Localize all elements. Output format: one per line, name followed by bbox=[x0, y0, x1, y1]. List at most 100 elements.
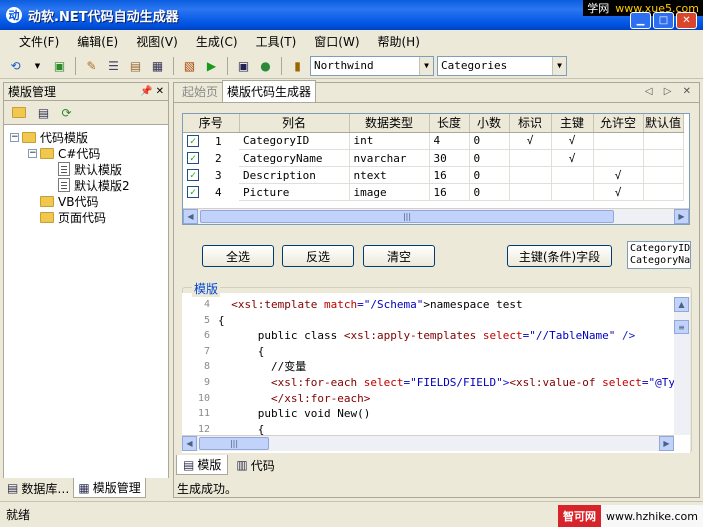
cell-dec[interactable]: 0 bbox=[469, 166, 510, 184]
tree-node[interactable]: − C#代码 bbox=[10, 145, 168, 161]
cell-pk[interactable]: √ bbox=[551, 132, 594, 150]
table-row[interactable]: ✓ 4 Picture image 16 0 √ bbox=[183, 183, 684, 201]
cell-len[interactable]: 30 bbox=[429, 149, 470, 167]
cell-default[interactable] bbox=[643, 183, 684, 201]
row-checkbox[interactable]: ✓ bbox=[187, 152, 199, 164]
code-line[interactable]: //变量 bbox=[218, 359, 690, 375]
row-checkbox[interactable]: ✓ bbox=[187, 135, 199, 147]
editor-horizontal-scrollbar[interactable]: ◀ ||| ▶ bbox=[182, 435, 674, 451]
code-line[interactable]: public void New() bbox=[218, 406, 690, 422]
cell-name[interactable]: CategoryName bbox=[239, 149, 350, 167]
menu-item[interactable]: 窗口(W) bbox=[305, 33, 368, 50]
maximize-button[interactable]: □ bbox=[653, 12, 674, 29]
cell-type[interactable]: nvarchar bbox=[349, 149, 430, 167]
column-header[interactable]: 允许空 bbox=[593, 114, 644, 133]
code-text[interactable]: <xsl:template match="/Schema">namespace … bbox=[218, 297, 690, 437]
collapse-icon[interactable]: − bbox=[10, 132, 19, 142]
cell-default[interactable] bbox=[643, 166, 684, 184]
code-line[interactable]: <xsl:template match="/Schema">namespace … bbox=[218, 297, 690, 313]
scroll-right-icon[interactable]: ▶ bbox=[659, 436, 674, 451]
cell-dec[interactable]: 0 bbox=[469, 149, 510, 167]
primary-key-field-button[interactable]: 主键(条件)字段 bbox=[507, 245, 612, 267]
clear-button[interactable]: 清空 bbox=[363, 245, 435, 267]
row-checkbox[interactable]: ✓ bbox=[187, 186, 199, 198]
code-line[interactable]: <xsl:for-each select="FIELDS/FIELD"><xsl… bbox=[218, 375, 690, 391]
scroll-right-icon[interactable]: ▶ bbox=[674, 209, 689, 224]
tree-node[interactable]: 默认模版 bbox=[10, 161, 168, 177]
cell-pk[interactable] bbox=[551, 166, 594, 184]
tab-template-manager[interactable]: ▦ 模版管理 bbox=[73, 478, 146, 498]
cell-identity[interactable]: √ bbox=[509, 132, 552, 150]
cell-nullable[interactable] bbox=[593, 132, 644, 150]
row-checkbox[interactable]: ✓ bbox=[187, 169, 199, 181]
pin-icon[interactable]: 📌 ✕ bbox=[140, 86, 164, 97]
run-icon[interactable]: ▶ bbox=[202, 57, 221, 75]
tab-template[interactable]: ▤ 模版 bbox=[176, 455, 229, 475]
tree-node[interactable]: 页面代码 bbox=[10, 209, 168, 225]
cell-len[interactable]: 16 bbox=[429, 183, 470, 201]
cell-name[interactable]: Picture bbox=[239, 183, 350, 201]
globe-icon[interactable]: ● bbox=[256, 57, 275, 75]
column-header[interactable]: 长度 bbox=[429, 114, 470, 133]
cell-name[interactable]: Description bbox=[239, 166, 350, 184]
editor-vertical-scrollbar[interactable]: ▲ ≡ bbox=[674, 297, 690, 435]
generate-icon[interactable]: ▧ bbox=[180, 57, 199, 75]
column-header[interactable]: 默认值 bbox=[643, 114, 684, 133]
cell-type[interactable]: image bbox=[349, 183, 430, 201]
menu-item[interactable]: 工具(T) bbox=[247, 33, 306, 50]
open-folder-icon[interactable] bbox=[12, 107, 26, 118]
save-icon[interactable]: ▦ bbox=[148, 57, 167, 75]
list-icon[interactable]: ☰ bbox=[104, 57, 123, 75]
primary-key-list[interactable]: CategoryID CategoryNa bbox=[627, 241, 691, 269]
cell-len[interactable]: 4 bbox=[429, 132, 470, 150]
chevron-down-icon[interactable]: ▼ bbox=[419, 56, 433, 75]
template-editor[interactable]: 4 5 6 7 8 9 10 11 12 <xsl:template match="/Schem… bbox=[182, 293, 690, 453]
cell-nullable[interactable]: √ bbox=[593, 166, 644, 184]
minimize-button[interactable]: ▁ bbox=[630, 12, 651, 29]
column-header[interactable]: 标识 bbox=[509, 114, 552, 133]
table-combo[interactable]: Categories ▼ bbox=[437, 55, 567, 76]
code-line[interactable]: { bbox=[218, 313, 690, 329]
scroll-thumb[interactable]: ≡ bbox=[674, 320, 689, 334]
column-header[interactable]: 列名 bbox=[239, 114, 350, 133]
menu-item[interactable]: 帮助(H) bbox=[369, 33, 429, 50]
cell-len[interactable]: 16 bbox=[429, 166, 470, 184]
cell-identity[interactable] bbox=[509, 149, 552, 167]
tab-template-generator[interactable]: 模版代码生成器 bbox=[222, 80, 317, 102]
cell-type[interactable]: ntext bbox=[349, 166, 430, 184]
database-icon[interactable]: ▣ bbox=[50, 57, 69, 75]
grid-horizontal-scrollbar[interactable]: ◀ ||| ▶ bbox=[183, 208, 689, 224]
properties-icon[interactable]: ▤ bbox=[34, 104, 53, 122]
table-row[interactable]: ✓ 1 CategoryID int 4 0 √ √ bbox=[183, 132, 684, 150]
code-line[interactable]: </xsl:for-each> bbox=[218, 391, 690, 407]
code-line[interactable]: public class <xsl:apply-templates select… bbox=[218, 328, 690, 344]
cell-dec[interactable]: 0 bbox=[469, 183, 510, 201]
cell-identity[interactable] bbox=[509, 166, 552, 184]
properties-icon[interactable]: ▤ bbox=[126, 57, 145, 75]
menu-item[interactable]: 视图(V) bbox=[127, 33, 187, 50]
tools-icon[interactable]: ▮ bbox=[288, 57, 307, 75]
column-header[interactable]: 小数 bbox=[469, 114, 510, 133]
scroll-left-icon[interactable]: ◀ bbox=[183, 209, 198, 224]
dropdown-arrow-icon[interactable]: ▼ bbox=[28, 57, 47, 75]
table-row[interactable]: ✓ 3 Description ntext 16 0 √ bbox=[183, 166, 684, 184]
refresh-icon[interactable]: ⟳ bbox=[57, 104, 76, 122]
cell-nullable[interactable]: √ bbox=[593, 183, 644, 201]
cell-identity[interactable] bbox=[509, 183, 552, 201]
scroll-left-icon[interactable]: ◀ bbox=[182, 436, 197, 451]
tab-start-page[interactable]: 起始页 bbox=[178, 81, 222, 102]
column-header[interactable]: 主键 bbox=[551, 114, 594, 133]
tree-node[interactable]: − 代码模版 bbox=[10, 129, 168, 145]
menu-item[interactable]: 编辑(E) bbox=[68, 33, 127, 50]
cell-type[interactable]: int bbox=[349, 132, 430, 150]
edit-icon[interactable]: ✎ bbox=[82, 57, 101, 75]
invert-selection-button[interactable]: 反选 bbox=[282, 245, 354, 267]
column-header[interactable]: 序号 bbox=[183, 114, 240, 133]
select-all-button[interactable]: 全选 bbox=[202, 245, 274, 267]
cell-name[interactable]: CategoryID bbox=[239, 132, 350, 150]
chevron-down-icon[interactable]: ▼ bbox=[552, 56, 566, 75]
menu-item[interactable]: 生成(C) bbox=[187, 33, 247, 50]
column-header[interactable]: 数据类型 bbox=[349, 114, 430, 133]
cell-default[interactable] bbox=[643, 132, 684, 150]
close-button[interactable]: ✕ bbox=[676, 12, 697, 29]
